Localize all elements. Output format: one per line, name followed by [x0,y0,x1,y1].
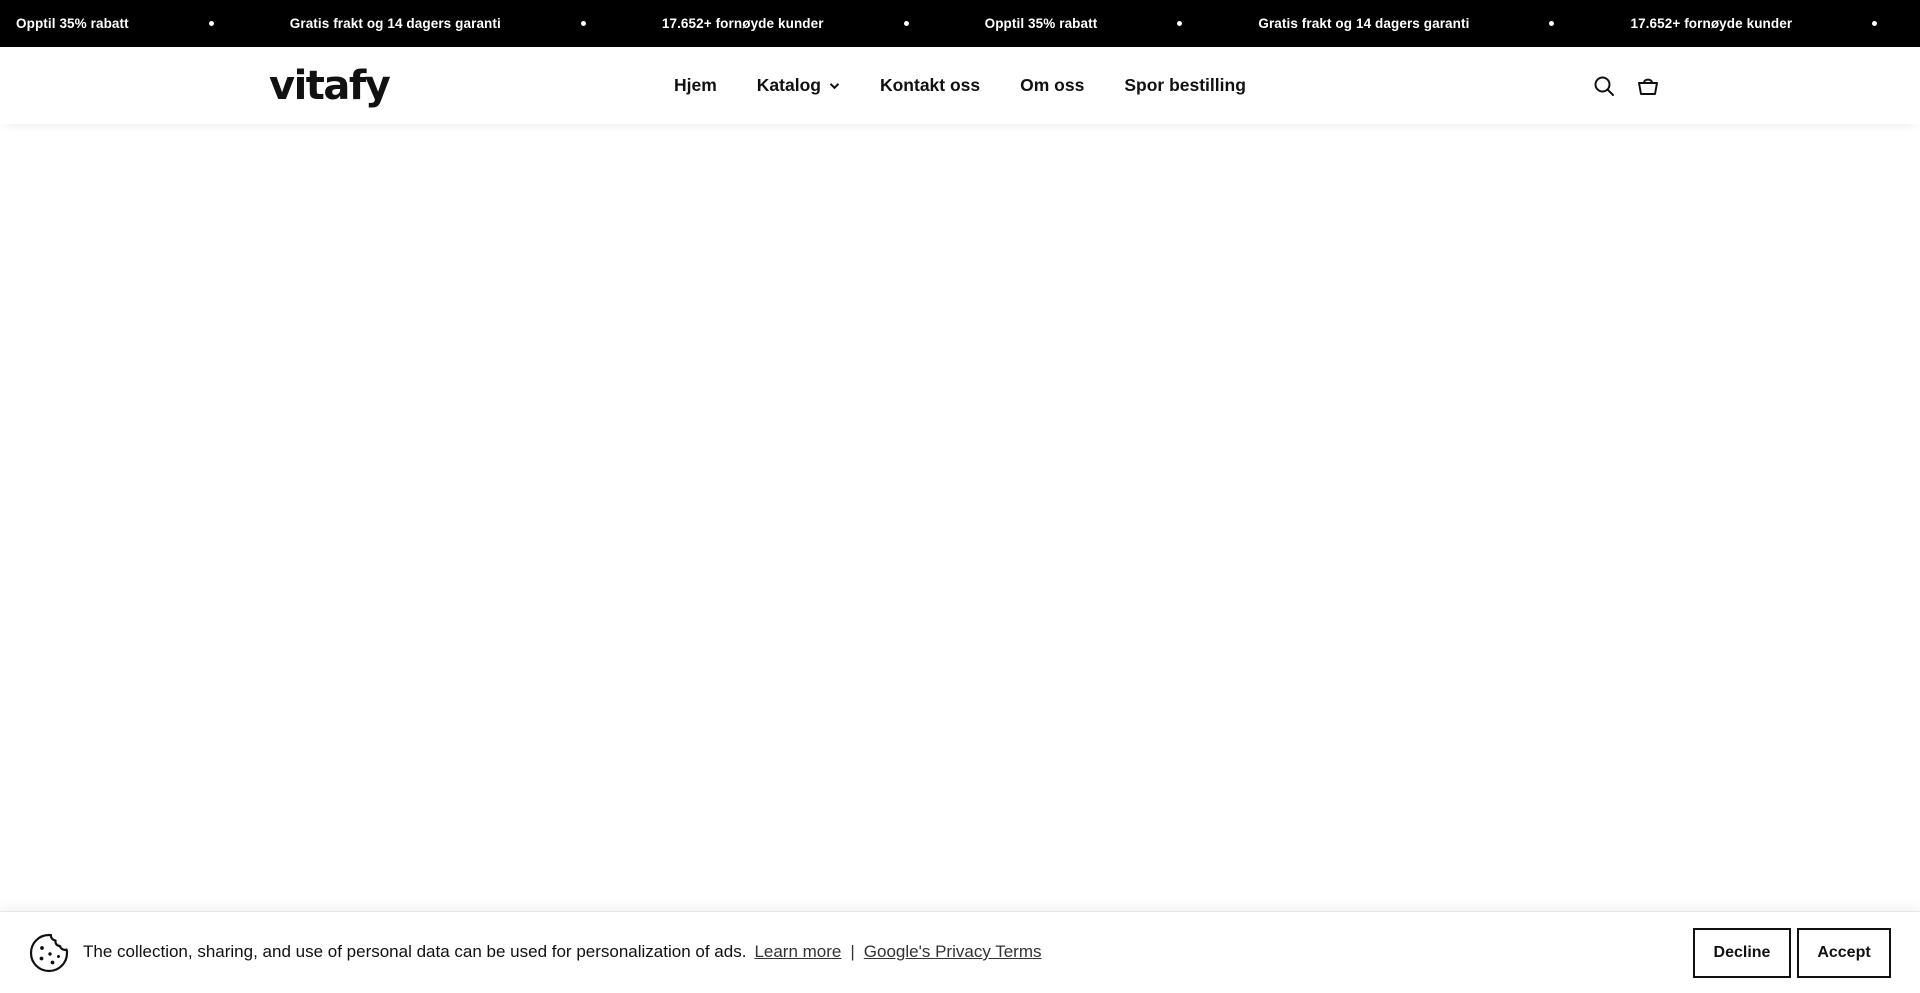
privacy-terms-link[interactable]: Google's Privacy Terms [864,942,1042,962]
announcement-item: Opptil 35% rabatt [984,16,1098,31]
announcement-item: 17.652+ fornøyde kunder [661,16,824,31]
nav-item-label: Katalog [756,75,821,95]
announcement-bar: Opptil 35% rabatt Gratis frakt og 14 dag… [0,0,1920,47]
cookie-icon [28,932,70,974]
site-logo[interactable]: vitafy [269,63,391,109]
announcement-item: Gratis frakt og 14 dagers garanti [289,16,501,31]
nav-item-catalog[interactable]: Katalog [757,75,840,96]
announcement-separator-dot [1872,21,1878,26]
decline-button[interactable]: Decline [1693,928,1791,978]
nav-item-contact[interactable]: Kontakt oss [880,75,980,96]
learn-more-link[interactable]: Learn more [754,942,841,962]
cart-icon[interactable] [1635,73,1661,99]
announcement-separator-dot [208,21,214,26]
cookie-text: The collection, sharing, and use of pers… [83,942,1042,962]
site-header: vitafy Hjem Katalog Kontakt oss Om oss S… [0,47,1920,124]
announcement-separator-dot [903,21,909,26]
main-nav: Hjem Katalog Kontakt oss Om oss Spor bes… [674,47,1246,124]
nav-item-label: Om oss [1020,75,1085,95]
link-separator: | [850,942,855,961]
announcement-item: 17.652+ fornøyde kunder [1630,16,1793,31]
announcement-separator-dot [580,21,586,26]
cookie-banner: The collection, sharing, and use of pers… [0,911,1920,993]
announcement-item: Gratis frakt og 14 dagers garanti [1258,16,1470,31]
chevron-down-icon [829,82,840,90]
nav-item-label: Kontakt oss [879,75,981,95]
nav-item-track-order[interactable]: Spor bestilling [1124,75,1246,96]
nav-item-label: Hjem [674,75,717,95]
nav-item-about[interactable]: Om oss [1020,75,1084,96]
accept-button[interactable]: Accept [1797,928,1891,978]
announcement-track: Opptil 35% rabatt Gratis frakt og 14 dag… [16,0,1920,47]
nav-item-home[interactable]: Hjem [674,75,717,96]
cookie-message: The collection, sharing, and use of pers… [83,942,747,961]
announcement-separator-dot [1549,21,1555,26]
announcement-separator-dot [1177,21,1183,26]
header-actions [1591,73,1661,99]
announcement-item: Opptil 35% rabatt [16,16,129,31]
nav-item-label: Spor bestilling [1124,75,1246,95]
search-icon[interactable] [1591,73,1617,99]
